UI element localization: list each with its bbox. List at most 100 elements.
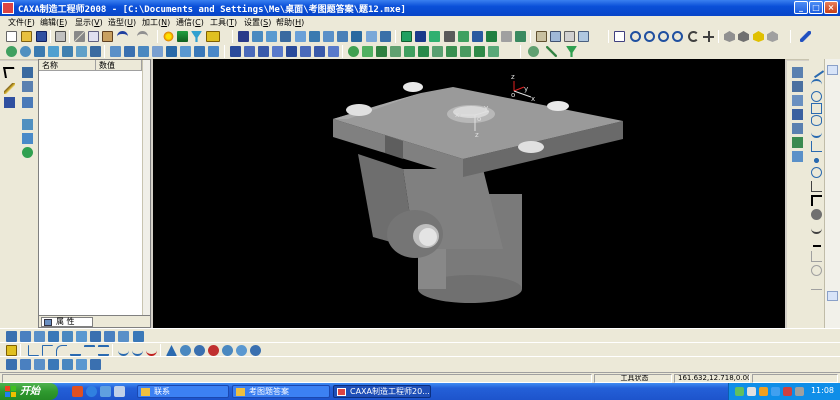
solid-draft-icon[interactable] [446,46,457,57]
solid-hole-icon[interactable] [474,46,485,57]
revolve-icon[interactable] [415,31,426,42]
clock[interactable]: 11:08 [811,386,834,395]
solid-fillet-icon[interactable] [390,46,401,57]
solid-cut-icon[interactable] [362,46,373,57]
output-icon[interactable] [6,359,17,370]
zoom-in-icon[interactable] [644,31,655,42]
offset-curve-icon[interactable] [98,345,109,356]
rotate-copy-icon[interactable] [180,345,191,356]
polygon-draw-icon[interactable] [811,167,822,178]
ellipse-draw-icon[interactable] [811,115,822,126]
cut-icon[interactable] [74,31,85,42]
menu-communication[interactable]: 通信(C) [176,17,204,28]
offset-icon[interactable] [323,31,334,42]
mirror-entity-icon[interactable] [166,345,177,356]
coordinate-icon[interactable] [138,46,149,57]
spline-icon[interactable] [48,46,59,57]
offset-draw-icon[interactable] [811,195,822,206]
save-file-icon[interactable] [36,31,47,42]
zoom-window-icon[interactable] [630,31,641,42]
quicklaunch-app-icon[interactable] [72,386,83,397]
view-front-icon[interactable] [792,67,803,78]
postprocess-icon[interactable] [20,359,31,370]
volume-icon[interactable] [747,387,756,396]
polyline-icon[interactable] [62,46,73,57]
select-filter-icon[interactable] [566,46,577,57]
hatch-draw-icon[interactable] [811,209,822,220]
input-method-icon[interactable] [795,387,804,396]
project-icon[interactable] [90,46,101,57]
code-icon[interactable] [62,359,73,370]
smooth-curve-icon[interactable] [118,345,129,356]
menu-modeling[interactable]: 造型(U) [108,17,136,28]
sweep-icon[interactable] [337,31,348,42]
fit-curve-icon[interactable] [132,345,143,356]
quicklaunch-ie-icon[interactable] [86,386,97,397]
contour-machining-icon[interactable] [48,331,59,342]
close-button[interactable]: × [824,1,838,14]
arc-draw-icon[interactable] [811,79,822,90]
zoom-out-icon[interactable] [658,31,669,42]
view-iso-icon[interactable] [792,109,803,120]
copy-icon[interactable] [88,31,99,42]
break-curve-icon[interactable] [70,345,81,356]
verify-icon[interactable] [76,359,87,370]
menu-tools[interactable]: 工具(T) [210,17,237,28]
trim-icon[interactable] [280,31,291,42]
text-tool-icon[interactable] [76,46,87,57]
align-entity-icon[interactable] [250,345,261,356]
light-icon[interactable] [163,31,174,42]
parallel-machining-icon[interactable] [104,331,115,342]
messenger-icon[interactable] [771,387,780,396]
view-bottom-icon[interactable] [792,137,803,148]
surface-icon[interactable] [266,31,277,42]
column-name[interactable]: 名称 [39,60,96,71]
equidistant-icon[interactable] [811,223,822,234]
column-value[interactable]: 数值 [96,60,142,71]
tool-library-icon[interactable] [6,345,17,356]
layer-icon[interactable] [177,31,188,42]
right-scrollbar[interactable] [824,59,840,328]
curve-check-icon[interactable] [146,345,157,356]
menu-edit[interactable]: 编辑(E) [40,17,67,28]
extend-icon[interactable] [295,31,306,42]
surface-machining-icon[interactable] [90,331,101,342]
corner-draw-icon[interactable] [811,181,822,192]
scale-icon[interactable] [180,46,191,57]
simulation-icon[interactable] [34,359,45,370]
filter-tree-icon[interactable] [22,81,33,92]
blend-icon[interactable] [366,31,377,42]
radius-dim-icon[interactable] [811,279,822,290]
shaded-display-icon[interactable] [724,31,735,42]
security-icon[interactable] [759,387,768,396]
boolean-icon[interactable] [515,31,526,42]
copy-entity-icon[interactable] [166,46,177,57]
wireframe-icon[interactable] [767,31,778,42]
draft-icon[interactable] [472,31,483,42]
pencil-icon[interactable] [4,83,15,94]
menu-help[interactable]: 帮助(H) [276,17,304,28]
solid-rib-icon[interactable] [460,46,471,57]
polyline-draw-icon[interactable] [811,141,822,152]
angle-dim-icon[interactable] [811,265,822,276]
zoom-all-icon[interactable] [672,31,683,42]
sketch-icon[interactable] [110,46,121,57]
solid-thread-icon[interactable] [488,46,499,57]
rib-icon[interactable] [444,31,455,42]
hidden-line-icon[interactable] [738,31,749,42]
view-left-icon[interactable] [792,95,803,106]
circle-draw-icon[interactable] [811,91,822,102]
view-right-icon[interactable] [792,123,803,134]
print-icon[interactable] [55,31,66,42]
pan-icon[interactable] [703,31,714,42]
point-icon[interactable] [6,46,17,57]
window-icon[interactable] [614,31,625,42]
surface-extrude-icon[interactable] [230,46,241,57]
line-tool-icon[interactable] [22,119,33,130]
tab-properties[interactable]: 属 性 [41,317,93,327]
open-file-icon[interactable] [21,31,32,42]
surface-revolve-icon[interactable] [244,46,255,57]
start-button[interactable]: 开始 [0,383,58,400]
minimize-button[interactable]: _ [794,1,808,14]
guide-surface-icon[interactable] [314,46,325,57]
